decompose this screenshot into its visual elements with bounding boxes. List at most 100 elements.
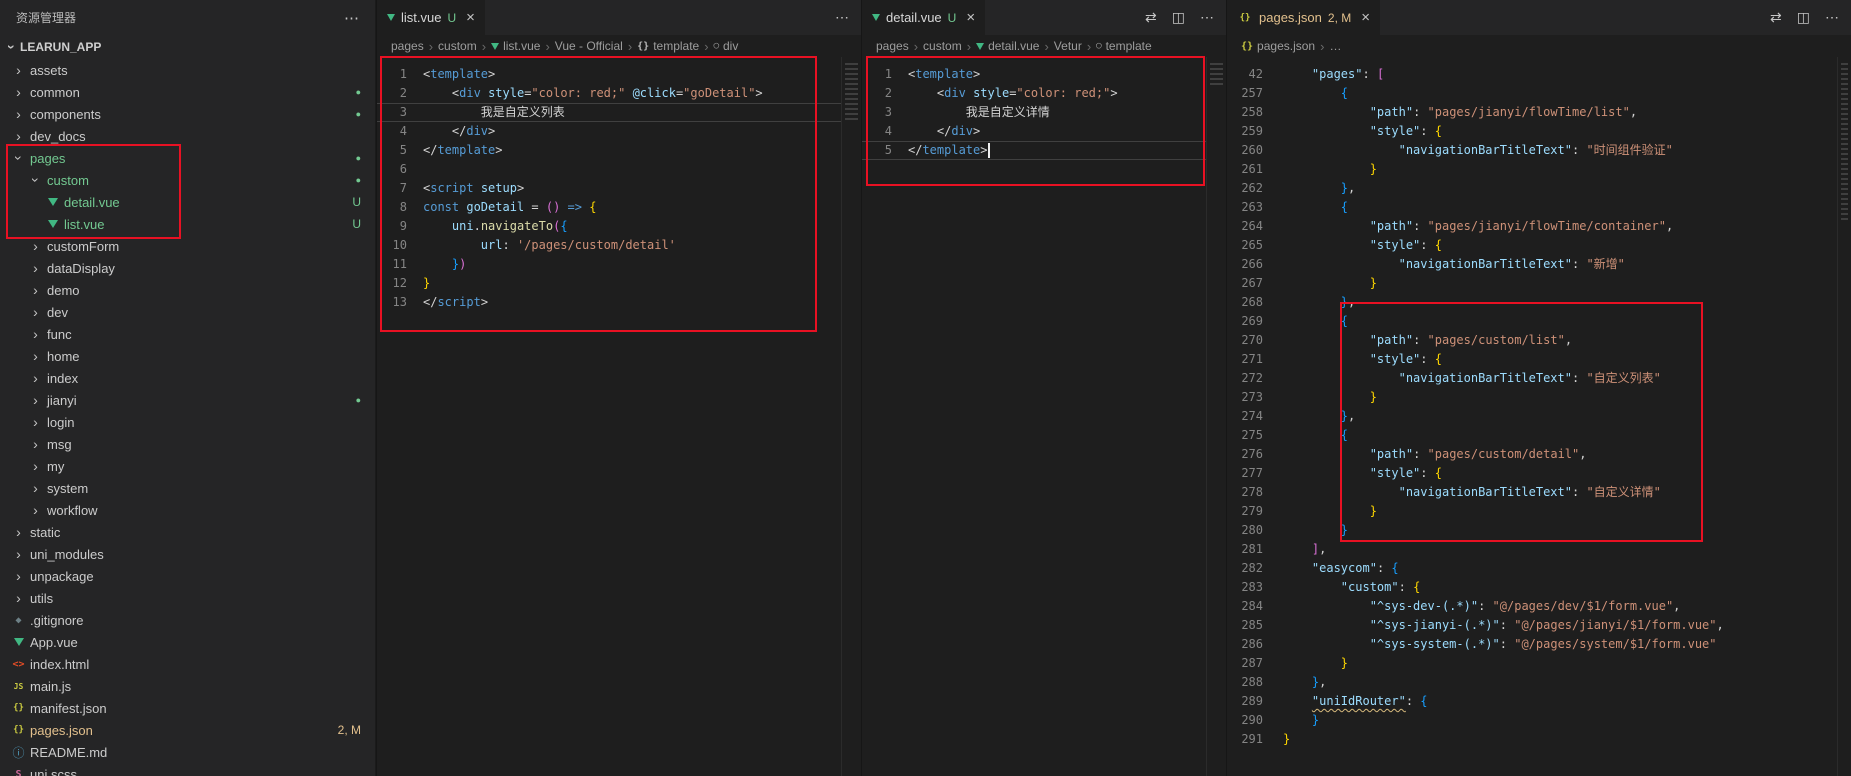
more-actions-icon[interactable]: ⋯ [835,9,849,26]
more-actions-icon[interactable]: ⋯ [344,9,359,27]
code-line-289[interactable]: 289 "uniIdRouter": { [1227,692,1851,711]
breadcrumb-item[interactable]: Vetur [1054,39,1082,53]
breadcrumb[interactable]: pages›custom›list.vue›Vue - Official›{}t… [377,35,861,57]
code-line-260[interactable]: 260 "navigationBarTitleText": "时间组件验证" [1227,141,1851,160]
tree-item-func[interactable]: ›func [0,323,375,345]
code-line-269[interactable]: 269 { [1227,312,1851,331]
code-line-288[interactable]: 288 }, [1227,673,1851,692]
code-line-264[interactable]: 264 "path": "pages/jianyi/flowTime/conta… [1227,217,1851,236]
tree-item-list.vue[interactable]: list.vueU [0,213,375,235]
code-editor[interactable]: 1<template>2 <div style="color: red;" @c… [377,57,861,776]
close-tab-icon[interactable]: × [966,10,975,25]
code-line-267[interactable]: 267 } [1227,274,1851,293]
tree-item-my[interactable]: ›my [0,455,375,477]
code-line-263[interactable]: 263 { [1227,198,1851,217]
close-tab-icon[interactable]: × [1361,10,1370,25]
code-line-261[interactable]: 261 } [1227,160,1851,179]
open-changes-icon[interactable]: ⇄ [1145,9,1157,26]
code-line-10[interactable]: 10 url: '/pages/custom/detail' [377,236,861,255]
code-line-3[interactable]: 3 我是自定义列表 [377,103,861,122]
minimap[interactable] [841,57,861,776]
code-line-283[interactable]: 283 "custom": { [1227,578,1851,597]
code-line-270[interactable]: 270 "path": "pages/custom/list", [1227,331,1851,350]
code-line-279[interactable]: 279 } [1227,502,1851,521]
minimap[interactable] [1206,57,1226,776]
code-line-281[interactable]: 281 ], [1227,540,1851,559]
code-editor[interactable]: 1<template>2 <div style="color: red;">3 … [862,57,1226,776]
tree-item-components[interactable]: ›components● [0,103,375,125]
code-line-2[interactable]: 2 <div style="color: red;" @click="goDet… [377,84,861,103]
breadcrumb-item[interactable]: pages.json [1257,39,1315,53]
code-line-3[interactable]: 3 我是自定义详情 [862,103,1226,122]
code-line-2[interactable]: 2 <div style="color: red;"> [862,84,1226,103]
tree-item-.gitignore[interactable]: ◆.gitignore [0,609,375,631]
tree-item-detail.vue[interactable]: detail.vueU [0,191,375,213]
code-line-4[interactable]: 4 </div> [862,122,1226,141]
code-line-12[interactable]: 12} [377,274,861,293]
code-line-266[interactable]: 266 "navigationBarTitleText": "新增" [1227,255,1851,274]
code-line-276[interactable]: 276 "path": "pages/custom/detail", [1227,445,1851,464]
code-line-285[interactable]: 285 "^sys-jianyi-(.*)": "@/pages/jianyi/… [1227,616,1851,635]
tree-item-custom[interactable]: ›custom● [0,169,375,191]
code-line-7[interactable]: 7<script setup> [377,179,861,198]
code-line-259[interactable]: 259 "style": { [1227,122,1851,141]
tree-item-static[interactable]: ›static [0,521,375,543]
code-line-5[interactable]: 5</template> [377,141,861,160]
code-line-9[interactable]: 9 uni.navigateTo({ [377,217,861,236]
tab-list.vue[interactable]: list.vueU× [377,0,485,35]
breadcrumb-item[interactable]: custom [923,39,962,53]
code-line-273[interactable]: 273 } [1227,388,1851,407]
tree-item-customform[interactable]: ›customForm [0,235,375,257]
code-line-1[interactable]: 1<template> [377,65,861,84]
tree-item-home[interactable]: ›home [0,345,375,367]
tree-item-workflow[interactable]: ›workflow [0,499,375,521]
tab-detail.vue[interactable]: detail.vueU× [862,0,985,35]
tree-item-dev[interactable]: ›dev [0,301,375,323]
tree-item-unpackage[interactable]: ›unpackage [0,565,375,587]
tree-item-dev_docs[interactable]: ›dev_docs [0,125,375,147]
code-line-290[interactable]: 290 } [1227,711,1851,730]
code-line-272[interactable]: 272 "navigationBarTitleText": "自定义列表" [1227,369,1851,388]
tree-item-readme.md[interactable]: ⓘREADME.md [0,741,375,763]
code-line-286[interactable]: 286 "^sys-system-(.*)": "@/pages/system/… [1227,635,1851,654]
breadcrumb-item[interactable]: list.vue [503,39,540,53]
code-line-280[interactable]: 280 } [1227,521,1851,540]
tree-item-login[interactable]: ›login [0,411,375,433]
tree-item-pages[interactable]: ›pages● [0,147,375,169]
code-line-287[interactable]: 287 } [1227,654,1851,673]
tab-pages.json[interactable]: {}pages.json2, M× [1227,0,1380,35]
split-editor-icon[interactable]: ◫ [1172,9,1185,26]
code-line-265[interactable]: 265 "style": { [1227,236,1851,255]
code-line-278[interactable]: 278 "navigationBarTitleText": "自定义详情" [1227,483,1851,502]
tree-item-assets[interactable]: ›assets [0,59,375,81]
code-line-13[interactable]: 13</script> [377,293,861,312]
breadcrumb-item[interactable]: template [1106,39,1152,53]
tree-item-manifest.json[interactable]: {}manifest.json [0,697,375,719]
code-line-11[interactable]: 11 }) [377,255,861,274]
breadcrumb-item[interactable]: Vue - Official [555,39,623,53]
code-line-284[interactable]: 284 "^sys-dev-(.*)": "@/pages/dev/$1/for… [1227,597,1851,616]
tree-item-demo[interactable]: ›demo [0,279,375,301]
tree-item-index.html[interactable]: <>index.html [0,653,375,675]
tree-item-app.vue[interactable]: App.vue [0,631,375,653]
code-line-277[interactable]: 277 "style": { [1227,464,1851,483]
tree-item-pages.json[interactable]: {}pages.json2, M [0,719,375,741]
tree-item-datadisplay[interactable]: ›dataDisplay [0,257,375,279]
more-actions-icon[interactable]: ⋯ [1825,9,1839,26]
breadcrumb-item[interactable]: div [723,39,738,53]
breadcrumb-item[interactable]: … [1329,39,1341,53]
code-line-1[interactable]: 1<template> [862,65,1226,84]
code-line-268[interactable]: 268 }, [1227,293,1851,312]
tree-item-common[interactable]: ›common● [0,81,375,103]
breadcrumb-item[interactable]: pages [876,39,909,53]
code-line-262[interactable]: 262 }, [1227,179,1851,198]
tree-item-index[interactable]: ›index [0,367,375,389]
minimap[interactable] [1837,57,1851,776]
breadcrumb-item[interactable]: custom [438,39,477,53]
code-line-271[interactable]: 271 "style": { [1227,350,1851,369]
tree-item-main.js[interactable]: JSmain.js [0,675,375,697]
tree-item-msg[interactable]: ›msg [0,433,375,455]
tree-item-jianyi[interactable]: ›jianyi● [0,389,375,411]
code-line-257[interactable]: 257 { [1227,84,1851,103]
code-line-282[interactable]: 282 "easycom": { [1227,559,1851,578]
